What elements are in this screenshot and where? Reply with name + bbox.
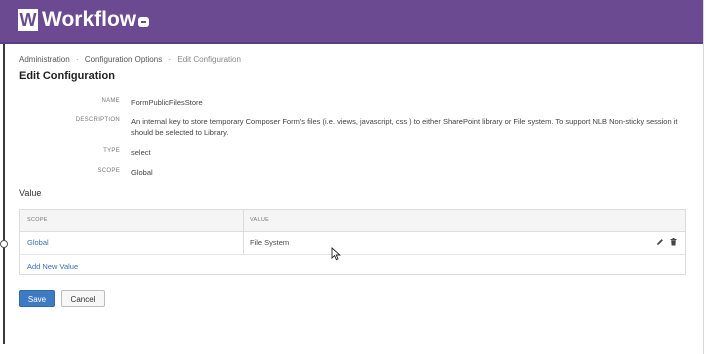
property-description-value: An internal key to store temporary Compo… (131, 117, 678, 137)
breadcrumb-item-current: Edit Configuration (177, 55, 241, 64)
property-type-value: select (131, 148, 151, 157)
trash-icon[interactable] (670, 238, 677, 248)
property-type-label: TYPE (103, 148, 120, 154)
right-edge-border (703, 0, 704, 354)
workflow-logo[interactable]: W (18, 9, 38, 31)
add-new-value-link[interactable]: Add New Value (27, 262, 78, 271)
breadcrumb-separator: · (168, 55, 172, 64)
mouse-pointer-icon (331, 247, 341, 261)
property-scope-value: Global (131, 168, 153, 177)
edit-icon[interactable] (656, 239, 666, 248)
cancel-button[interactable]: Cancel (61, 290, 105, 307)
property-description-label: DESCRIPTION (75, 117, 120, 123)
value-table: SCOPE VALUE Global File System Add New V… (19, 209, 686, 275)
row-value-cell: File System (250, 238, 290, 247)
breadcrumb-separator: · (75, 55, 79, 64)
property-scope-label: SCOPE (97, 168, 120, 174)
app-title[interactable]: Workflow (42, 7, 136, 33)
breadcrumb-item-administration[interactable]: Administration (19, 55, 70, 64)
column-header-scope: SCOPE (27, 217, 48, 223)
page-title: Edit Configuration (19, 70, 115, 82)
property-name-label: NAME (101, 98, 120, 104)
row-actions (652, 238, 677, 248)
save-button[interactable]: Save (19, 290, 55, 307)
table-row: Global File System (20, 232, 685, 255)
column-header-value: VALUE (250, 217, 270, 223)
value-section-title: Value (19, 188, 42, 198)
breadcrumb-item-configuration-options[interactable]: Configuration Options (85, 55, 162, 64)
left-edge-border (3, 44, 5, 344)
table-header-row: SCOPE VALUE (20, 210, 685, 232)
resize-handle[interactable] (0, 240, 8, 248)
menu-square-icon[interactable] (138, 17, 149, 27)
row-scope-cell[interactable]: Global (27, 238, 49, 247)
property-name-value: FormPublicFilesStore (131, 98, 203, 107)
app-header: W Workflow (0, 0, 704, 44)
breadcrumb: Administration · Configuration Options ·… (19, 55, 241, 64)
